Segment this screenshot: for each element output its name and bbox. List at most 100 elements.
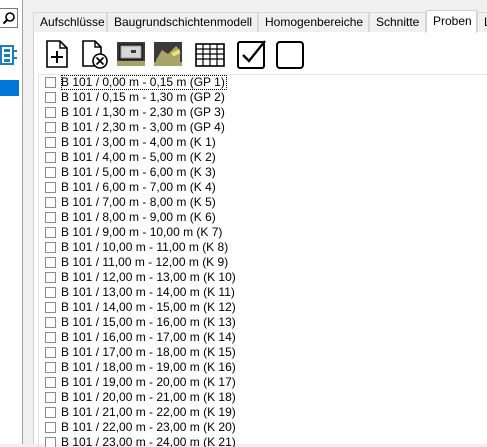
sample-label: B 101 / 18,00 m - 19,00 m (K 16) xyxy=(61,360,236,374)
list-item[interactable]: B 101 / 7,00 m - 8,00 m (K 5) xyxy=(39,195,487,210)
sample-label: B 101 / 9,00 m - 10,00 m (K 7) xyxy=(61,225,223,239)
list-item[interactable]: B 101 / 18,00 m - 19,00 m (K 16) xyxy=(39,360,487,375)
sample-list[interactable]: B 101 / 0,00 m - 0,15 m (GP 1) B 101 / 0,… xyxy=(38,74,487,447)
sample-checkbox[interactable] xyxy=(45,77,56,88)
list-item[interactable]: B 101 / 9,00 m - 10,00 m (K 7) xyxy=(39,225,487,240)
sample-label: B 101 / 2,30 m - 3,00 m (GP 4) xyxy=(61,120,225,134)
sample-label: B 101 / 15,00 m - 16,00 m (K 13) xyxy=(61,315,236,329)
list-item[interactable]: B 101 / 10,00 m - 11,00 m (K 8) xyxy=(39,240,487,255)
uncheck-all-icon xyxy=(276,41,304,69)
delete-sample-button[interactable] xyxy=(78,38,110,70)
sample-checkbox[interactable] xyxy=(45,347,56,358)
sample-checkbox[interactable] xyxy=(45,272,56,283)
sample-checkbox[interactable] xyxy=(45,242,56,253)
check-all-icon xyxy=(237,40,266,69)
sample-label: B 101 / 4,00 m - 5,00 m (K 2) xyxy=(61,150,216,164)
sample-label: B 101 / 8,00 m - 9,00 m (K 6) xyxy=(61,210,216,224)
tab-aufschluesse[interactable]: Aufschlüsse xyxy=(33,12,107,32)
sample-label: B 101 / 6,00 m - 7,00 m (K 4) xyxy=(61,180,216,194)
sample-checkbox[interactable] xyxy=(45,167,56,178)
list-item[interactable]: B 101 / 8,00 m - 9,00 m (K 6) xyxy=(39,210,487,225)
tab-homogenbereiche[interactable]: Homogenbereiche xyxy=(258,12,369,32)
sample-checkbox[interactable] xyxy=(45,212,56,223)
sample-checkbox[interactable] xyxy=(45,92,56,103)
selected-tree-item[interactable] xyxy=(0,80,19,96)
sample-checkbox[interactable] xyxy=(45,227,56,238)
tab-schnitte[interactable]: Schnitte xyxy=(369,12,426,32)
sample-checkbox[interactable] xyxy=(45,407,56,418)
sample-label: B 101 / 23,00 m - 24,00 m (K 21) xyxy=(61,435,236,447)
tab-baugrundschichtenmodell[interactable]: Baugrundschichtenmodell xyxy=(107,12,258,32)
sample-checkbox[interactable] xyxy=(45,302,56,313)
list-item[interactable]: B 101 / 11,00 m - 12,00 m (K 9) xyxy=(39,255,487,270)
sample-label: B 101 / 21,00 m - 22,00 m (K 19) xyxy=(61,405,236,419)
sample-label: B 101 / 10,00 m - 11,00 m (K 8) xyxy=(61,240,229,254)
sample-label: B 101 / 0,15 m - 1,30 m (GP 2) xyxy=(61,90,225,104)
list-item[interactable]: B 101 / 12,00 m - 13,00 m (K 10) xyxy=(39,270,487,285)
list-item[interactable]: B 101 / 0,00 m - 0,15 m (GP 1) xyxy=(39,75,487,90)
list-item[interactable]: B 101 / 20,00 m - 21,00 m (K 18) xyxy=(39,390,487,405)
sample-checkbox[interactable] xyxy=(45,362,56,373)
sample-checkbox[interactable] xyxy=(45,257,56,268)
list-item[interactable]: B 101 / 13,00 m - 14,00 m (K 11) xyxy=(39,285,487,300)
sample-label: B 101 / 7,00 m - 8,00 m (K 5) xyxy=(61,195,216,209)
delete-sample-icon xyxy=(82,40,108,69)
list-item[interactable]: B 101 / 3,00 m - 4,00 m (K 1) xyxy=(39,135,487,150)
sample-checkbox[interactable] xyxy=(45,437,56,447)
sample-checkbox[interactable] xyxy=(45,422,56,433)
sample-label: B 101 / 13,00 m - 14,00 m (K 11) xyxy=(61,285,235,299)
sample-checkbox[interactable] xyxy=(45,287,56,298)
list-item[interactable]: B 101 / 4,00 m - 5,00 m (K 2) xyxy=(39,150,487,165)
check-all-button[interactable] xyxy=(236,38,268,70)
sample-label: B 101 / 17,00 m - 18,00 m (K 15) xyxy=(61,345,236,359)
sample-checkbox[interactable] xyxy=(45,332,56,343)
sample-checkbox[interactable] xyxy=(45,122,56,133)
import-button[interactable] xyxy=(115,38,147,70)
sample-checkbox[interactable] xyxy=(45,197,56,208)
import-icon xyxy=(117,42,145,66)
sample-label: B 101 / 3,00 m - 4,00 m (K 1) xyxy=(61,135,216,149)
new-sample-icon xyxy=(46,40,68,68)
list-item[interactable]: B 101 / 17,00 m - 18,00 m (K 15) xyxy=(39,345,487,360)
left-pane xyxy=(0,0,23,444)
sample-checkbox[interactable] xyxy=(45,392,56,403)
sample-label: B 101 / 11,00 m - 12,00 m (K 9) xyxy=(61,255,229,269)
export-icon xyxy=(154,42,182,66)
export-button[interactable] xyxy=(152,38,184,70)
list-item[interactable]: B 101 / 1,30 m - 2,30 m (GP 3) xyxy=(39,105,487,120)
proben-panel: B 101 / 0,00 m - 0,15 m (GP 1) B 101 / 0,… xyxy=(33,32,487,447)
list-item[interactable]: B 101 / 5,00 m - 6,00 m (K 3) xyxy=(39,165,487,180)
new-sample-button[interactable] xyxy=(41,38,73,70)
table-view-button[interactable] xyxy=(194,38,226,70)
list-item[interactable]: B 101 / 21,00 m - 22,00 m (K 19) xyxy=(39,405,487,420)
list-item[interactable]: B 101 / 22,00 m - 23,00 m (K 20) xyxy=(39,420,487,435)
sample-checkbox[interactable] xyxy=(45,152,56,163)
sample-checkbox[interactable] xyxy=(45,107,56,118)
sample-label: B 101 / 16,00 m - 17,00 m (K 14) xyxy=(61,330,236,344)
sample-label: B 101 / 12,00 m - 13,00 m (K 10) xyxy=(61,270,236,284)
toolbar xyxy=(34,32,487,72)
sample-checkbox[interactable] xyxy=(45,137,56,148)
tab-l[interactable]: L xyxy=(477,12,487,32)
list-item[interactable]: B 101 / 0,15 m - 1,30 m (GP 2) xyxy=(39,90,487,105)
tab-proben[interactable]: Proben xyxy=(426,10,477,33)
list-item[interactable]: B 101 / 16,00 m - 17,00 m (K 14) xyxy=(39,330,487,345)
sample-label: B 101 / 5,00 m - 6,00 m (K 3) xyxy=(61,165,216,179)
list-item[interactable]: B 101 / 6,00 m - 7,00 m (K 4) xyxy=(39,180,487,195)
list-item[interactable]: B 101 / 19,00 m - 20,00 m (K 17) xyxy=(39,375,487,390)
tab-strip: Aufschlüsse Baugrundschichtenmodell Homo… xyxy=(33,10,487,33)
search-icon xyxy=(2,12,15,25)
uncheck-all-button[interactable] xyxy=(274,38,306,70)
list-item[interactable]: B 101 / 2,30 m - 3,00 m (GP 4) xyxy=(39,120,487,135)
sample-label: B 101 / 19,00 m - 20,00 m (K 17) xyxy=(61,375,236,389)
search-button[interactable] xyxy=(0,8,18,28)
tree-view-icon[interactable] xyxy=(0,44,18,69)
sample-checkbox[interactable] xyxy=(45,377,56,388)
list-item[interactable]: B 101 / 14,00 m - 15,00 m (K 12) xyxy=(39,300,487,315)
table-icon xyxy=(195,43,225,67)
list-item[interactable]: B 101 / 15,00 m - 16,00 m (K 13) xyxy=(39,315,487,330)
sample-checkbox[interactable] xyxy=(45,182,56,193)
sample-checkbox[interactable] xyxy=(45,317,56,328)
splitter[interactable] xyxy=(23,0,31,444)
list-item[interactable]: B 101 / 23,00 m - 24,00 m (K 21) xyxy=(39,435,487,447)
